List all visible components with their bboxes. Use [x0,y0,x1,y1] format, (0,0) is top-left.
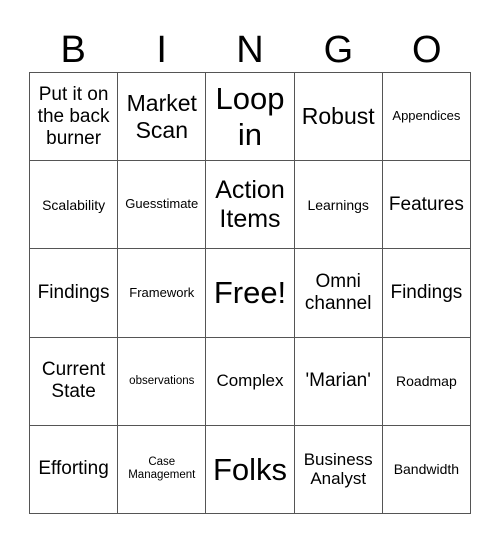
bingo-cell[interactable]: Omni channel [294,249,383,338]
bingo-cell[interactable]: 'Marian' [294,337,383,426]
bingo-cell[interactable]: Appendices [382,73,471,162]
bingo-cell[interactable]: Roadmap [382,337,471,426]
bingo-cell[interactable]: Complex [206,337,295,426]
header-letter-i: I [156,29,167,71]
free-space-cell[interactable]: Free! [206,249,295,338]
bingo-cell[interactable]: Learnings [294,161,383,250]
header-letter-n: N [236,29,264,71]
bingo-cell[interactable]: Efforting [30,425,119,514]
bingo-cell[interactable]: Guesstimate [118,161,207,250]
bingo-grid: Put it on the back burner Market Scan Lo… [29,72,471,514]
bingo-cell[interactable]: Action Items [206,161,295,250]
bingo-cell[interactable]: Framework [118,249,207,338]
bingo-header: B I N G O [29,28,471,72]
bingo-cell[interactable]: Current State [30,337,119,426]
header-letter-b: B [60,29,86,71]
bingo-cell[interactable]: Bandwidth [382,425,471,514]
bingo-cell[interactable]: Case Management [118,425,207,514]
header-letter-o: O [412,29,442,71]
bingo-cell[interactable]: Put it on the back burner [30,73,119,162]
bingo-cell[interactable]: Loop in [206,73,295,162]
bingo-cell[interactable]: Findings [30,249,119,338]
bingo-cell[interactable]: Market Scan [118,73,207,162]
bingo-cell[interactable]: Findings [382,249,471,338]
bingo-cell[interactable]: Features [382,161,471,250]
bingo-cell[interactable]: observations [118,337,207,426]
bingo-cell[interactable]: Robust [294,73,383,162]
bingo-cell[interactable]: Scalability [30,161,119,250]
bingo-cell[interactable]: Folks [206,425,295,514]
bingo-cell[interactable]: Business Analyst [294,425,383,514]
header-letter-g: G [323,29,354,71]
